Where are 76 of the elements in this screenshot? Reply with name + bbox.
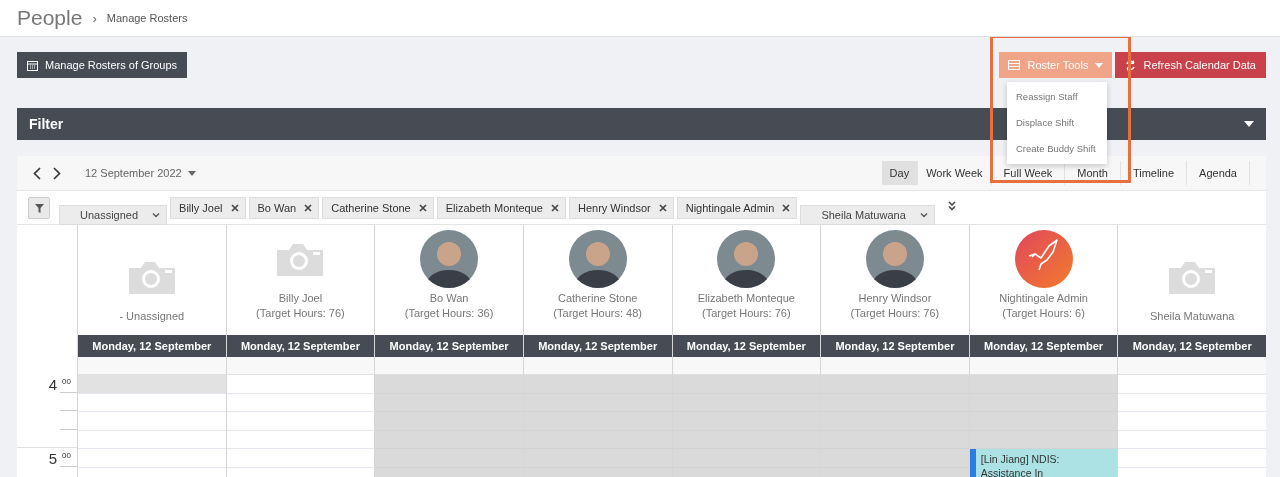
close-icon[interactable]	[782, 204, 791, 212]
avatar	[865, 230, 924, 288]
target-hours: (Target Hours: 76)	[702, 306, 791, 321]
refresh-button[interactable]: Refresh Calendar Data	[1115, 52, 1266, 78]
filter-button[interactable]	[28, 197, 50, 219]
close-icon[interactable]	[658, 204, 667, 212]
day-header: Monday, 12 September	[1118, 335, 1266, 357]
caret-icon	[1095, 62, 1104, 68]
avatar	[568, 230, 627, 288]
date-picker[interactable]: 12 September 2022	[85, 167, 196, 179]
view-tab[interactable]: Month	[1065, 161, 1121, 185]
shift-event[interactable]: [Lin Jiang] NDIS: Assistance In	[969, 449, 1118, 477]
minute-label: 00	[62, 377, 71, 386]
previous-icon[interactable]	[33, 166, 41, 180]
resource-chip[interactable]: Sheila Matuwana	[800, 205, 935, 225]
resource-name: Bo Wan	[429, 291, 469, 306]
resource-chip[interactable]: Catherine Stone	[322, 197, 434, 219]
view-tab[interactable]: Agenda	[1187, 161, 1250, 185]
filter-title: Filter	[29, 116, 64, 132]
close-icon[interactable]	[304, 204, 313, 212]
expand-icon[interactable]	[947, 201, 956, 211]
day-header: Monday, 12 September	[672, 335, 821, 357]
target-hours: (Target Hours: 36)	[404, 306, 494, 321]
close-icon[interactable]	[550, 204, 559, 212]
logo-avatar	[1014, 230, 1073, 288]
resource-chip[interactable]: Unassigned	[59, 205, 168, 225]
menu-item[interactable]: Reassign Staff	[1007, 84, 1107, 110]
resource-name: Henry Windsor	[858, 291, 932, 306]
view-tab[interactable]: Full Week	[991, 161, 1066, 185]
caret-icon	[187, 170, 196, 176]
funnel-icon	[34, 203, 44, 213]
resource-chip[interactable]: Elizabeth Monteque	[436, 197, 566, 219]
breadcrumb-separator: ›	[92, 10, 97, 26]
calendar-icon	[27, 59, 38, 71]
view-tab[interactable]: Timeline	[1120, 161, 1188, 185]
target-hours: (Target Hours: 76)	[850, 306, 940, 321]
menu-item[interactable]: Displace Shift	[1007, 110, 1107, 136]
page-title: People	[17, 6, 83, 30]
day-header: Monday, 12 September	[375, 335, 523, 357]
day-header: Monday, 12 September	[523, 335, 672, 357]
avatar	[717, 230, 776, 288]
resource-name: - Unassigned	[119, 308, 185, 324]
camera-icon	[277, 242, 324, 276]
camera-icon	[1169, 259, 1216, 294]
target-hours: (Target Hours: 6)	[1002, 306, 1085, 321]
resource-name: Billy Joel	[278, 291, 323, 306]
refresh-icon	[1125, 59, 1137, 71]
next-icon[interactable]	[53, 166, 61, 180]
view-tab[interactable]: Day	[881, 161, 919, 185]
target-hours: (Target Hours: 76)	[256, 306, 345, 321]
table-icon	[1008, 60, 1021, 70]
hour-label: 4	[48, 376, 57, 393]
day-header: Monday, 12 September	[226, 335, 375, 357]
chevron-icon	[152, 212, 161, 218]
camera-icon	[128, 259, 175, 294]
day-header: Monday, 12 September	[78, 335, 226, 357]
breadcrumb-link[interactable]: Manage Rosters	[106, 12, 188, 24]
minute-label: 00	[62, 451, 71, 460]
resource-chip[interactable]: Bo Wan	[248, 197, 320, 219]
close-icon[interactable]	[418, 204, 427, 212]
manage-groups-button[interactable]: Manage Rosters of Groups	[17, 52, 188, 78]
resource-name: Sheila Matuwana	[1150, 308, 1235, 324]
resource-name: Elizabeth Monteque	[697, 291, 795, 306]
day-header: Monday, 12 September	[821, 335, 969, 357]
close-icon[interactable]	[230, 204, 239, 212]
chevron-icon	[919, 212, 928, 218]
resource-chip[interactable]: Henry Windsor	[568, 197, 674, 219]
day-header: Monday, 12 September	[969, 335, 1118, 357]
resource-name: Catherine Stone	[557, 291, 638, 306]
target-hours: (Target Hours: 48)	[553, 306, 642, 321]
view-tab[interactable]: Work Week	[918, 161, 992, 185]
avatar	[420, 230, 479, 288]
resource-chip[interactable]: Nightingale Admin	[676, 197, 798, 219]
hour-label: 5	[48, 450, 57, 467]
resource-chip[interactable]: Billy Joel	[170, 197, 246, 219]
resource-name: Nightingale Admin	[999, 291, 1088, 306]
